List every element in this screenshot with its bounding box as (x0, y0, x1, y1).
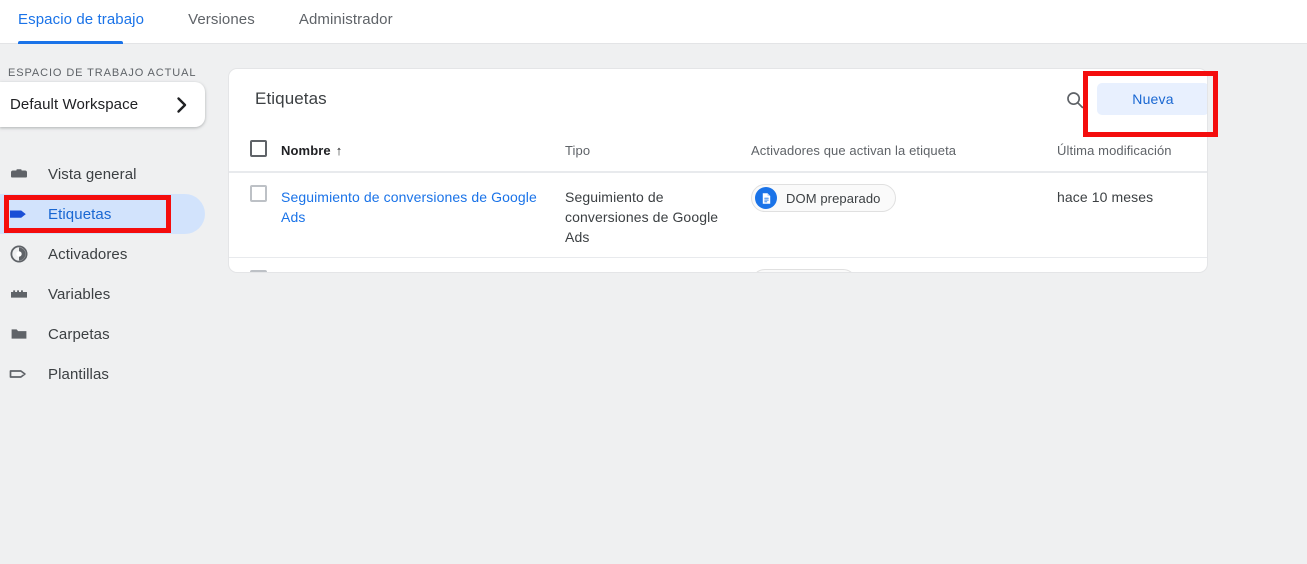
row-type-cell: Seguimiento de conversiones de Google Ad… (565, 173, 751, 257)
row-trigger-cell: DOM preparado (751, 173, 1057, 222)
eye-icon (755, 272, 777, 273)
tag-type: Seguimiento de conversiones de Google Ad… (565, 189, 719, 245)
row-name-cell: Seguimiento de conversiones de Google Ad… (281, 173, 565, 237)
tab-label: Administrador (298, 11, 393, 28)
column-header-nombre[interactable]: Nombre ↑ (281, 131, 565, 171)
tag-icon (8, 203, 30, 225)
sidebar-item-variables[interactable]: Variables (0, 274, 212, 314)
column-header-label: Última modificación (1057, 143, 1172, 158)
select-all-cell (229, 131, 281, 168)
tags-table: Nombre ↑ Tipo Activadores que activan la … (229, 131, 1207, 273)
row-modified-cell: hace 10 meses (1057, 258, 1207, 272)
column-header-ultima-modificacion[interactable]: Última modificación (1057, 131, 1207, 171)
chevron-right-icon (175, 96, 189, 114)
new-button[interactable]: Nueva (1097, 83, 1207, 115)
document-icon (755, 187, 777, 209)
tab-versiones[interactable]: Versiones (188, 0, 277, 44)
sidebar-item-activadores[interactable]: Activadores (0, 234, 212, 274)
overview-icon (8, 163, 30, 185)
table-row[interactable]: Vinculación de conversiones Vinculación … (229, 257, 1207, 273)
row-modified-cell: hace 10 meses (1057, 173, 1207, 217)
row-name-cell: Vinculación de conversiones (281, 258, 565, 272)
column-header-label: Nombre (281, 143, 331, 158)
row-type-cell: Vinculación de conversiones (565, 258, 751, 272)
tab-espacio-de-trabajo[interactable]: Espacio de trabajo (18, 0, 166, 44)
sidebar-item-carpetas[interactable]: Carpetas (0, 314, 212, 354)
table-header-row: Nombre ↑ Tipo Activadores que activan la … (229, 131, 1207, 172)
tab-administrador[interactable]: Administrador (299, 0, 415, 44)
sidebar: ESPACIO DE TRABAJO ACTUAL Default Worksp… (0, 44, 212, 564)
select-all-checkbox[interactable] (250, 140, 267, 157)
tab-label: Versiones (188, 11, 255, 28)
column-header-label: Activadores que activan la etiqueta (751, 143, 957, 158)
tab-label: Espacio de trabajo (18, 11, 145, 28)
tags-card: Etiquetas Nueva Nombre ↑ Tipo Activadore… (228, 68, 1208, 273)
workspace-selector[interactable]: Default Workspace (0, 82, 205, 127)
sidebar-item-vista-general[interactable]: Vista general (0, 154, 212, 194)
gtm-workspace-screen: Espacio de trabajo Versiones Administrad… (0, 0, 1307, 564)
column-header-tipo[interactable]: Tipo (565, 131, 751, 171)
sidebar-item-label: Variables (48, 285, 111, 303)
row-trigger-cell: All Pages (751, 258, 1057, 273)
tag-name-link[interactable]: Seguimiento de conversiones de Google Ad… (281, 189, 537, 225)
column-header-activadores[interactable]: Activadores que activan la etiqueta (751, 131, 1057, 171)
sidebar-item-plantillas[interactable]: Plantillas (0, 354, 212, 394)
column-header-label: Tipo (565, 143, 591, 158)
sidebar-item-etiquetas[interactable]: Etiquetas (0, 194, 205, 234)
folder-icon (8, 323, 30, 345)
sort-ascending-icon: ↑ (335, 143, 343, 158)
trigger-chip[interactable]: DOM preparado (751, 184, 896, 212)
last-modified: hace 10 meses (1057, 189, 1154, 205)
sidebar-item-label: Plantillas (48, 365, 110, 383)
variables-icon (8, 283, 30, 305)
tab-list: Espacio de trabajo Versiones Administrad… (18, 0, 415, 44)
row-select-cell (229, 173, 281, 202)
template-icon (8, 363, 30, 385)
trigger-chip-label: DOM preparado (786, 190, 881, 206)
sidebar-item-label: Etiquetas (48, 205, 112, 223)
workspace-section-label: ESPACIO DE TRABAJO ACTUAL (8, 67, 197, 79)
sidebar-nav: Vista general Etiquetas Activadores Vari… (0, 154, 212, 394)
table-row[interactable]: Seguimiento de conversiones de Google Ad… (229, 172, 1207, 257)
search-icon[interactable] (1061, 86, 1089, 114)
row-select-cell (229, 258, 281, 272)
workspace-name: Default Workspace (10, 96, 139, 113)
trigger-chip[interactable]: All Pages (751, 269, 857, 273)
top-tab-bar: Espacio de trabajo Versiones Administrad… (0, 0, 1307, 44)
page-title: Etiquetas (255, 89, 327, 108)
trigger-icon (8, 243, 30, 265)
row-checkbox[interactable] (250, 185, 267, 202)
sidebar-item-label: Activadores (48, 245, 128, 263)
sidebar-item-label: Carpetas (48, 325, 110, 343)
row-checkbox[interactable] (250, 270, 267, 272)
sidebar-item-label: Vista general (48, 165, 137, 183)
